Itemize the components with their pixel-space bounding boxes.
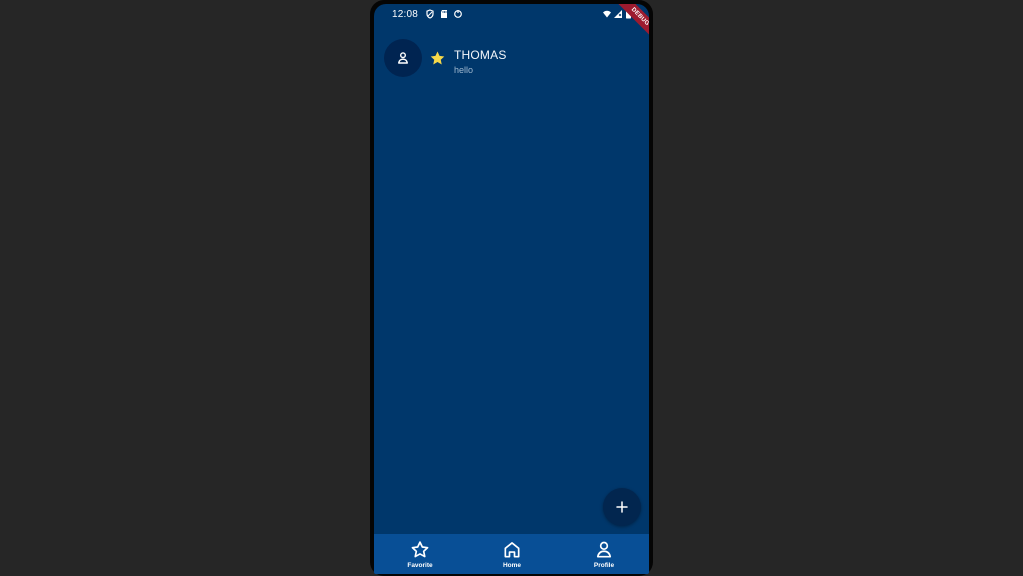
wifi-icon — [603, 10, 611, 18]
nav-label-profile: Profile — [593, 562, 615, 569]
status-time: 12:08 — [392, 9, 419, 20]
sync-icon — [454, 10, 462, 18]
person-icon — [596, 541, 612, 558]
nav-item-favorite[interactable]: Favorite — [374, 534, 466, 574]
nav-item-profile[interactable]: Profile — [558, 534, 649, 574]
person-icon — [398, 52, 408, 64]
phone-frame: 12:08 DEBUG THOMAS hello Favorite Home P… — [370, 0, 653, 576]
status-bar: 12:08 DEBUG — [374, 4, 649, 41]
contact-message: hello — [454, 65, 474, 75]
star-outline-icon — [411, 541, 429, 558]
home-icon — [504, 542, 520, 558]
avatar — [384, 39, 422, 77]
nav-item-home[interactable]: Home — [466, 534, 558, 574]
shield-icon — [426, 9, 434, 19]
nav-label-favorite: Favorite — [407, 562, 433, 569]
sd-card-icon — [441, 10, 447, 18]
app-screen: 12:08 DEBUG THOMAS hello Favorite Home P… — [374, 4, 649, 574]
contact-list-item[interactable]: THOMAS hello — [384, 39, 639, 83]
bottom-navigation: Favorite Home Profile — [374, 534, 649, 574]
plus-icon — [616, 501, 628, 513]
signal-icon — [614, 10, 622, 18]
add-button[interactable] — [603, 488, 641, 526]
contact-name: THOMAS — [454, 48, 507, 62]
nav-label-home: Home — [502, 562, 522, 569]
star-filled-icon[interactable] — [429, 50, 446, 67]
